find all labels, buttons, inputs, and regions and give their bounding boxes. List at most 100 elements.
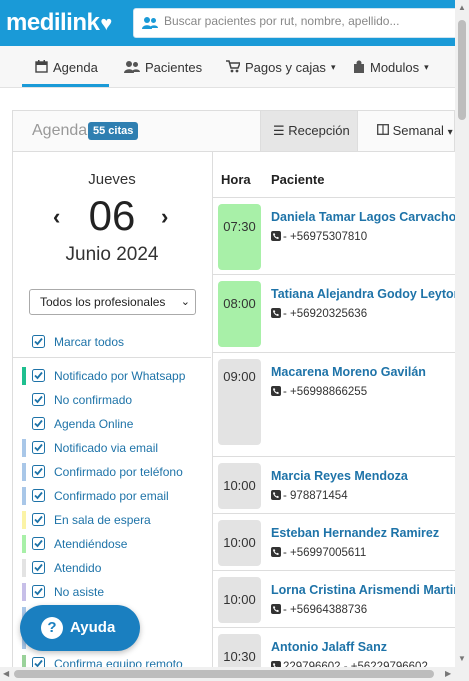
- status-filter-label: Confirmado por email: [54, 489, 169, 503]
- users-icon: [124, 61, 140, 73]
- vertical-scroll-thumb[interactable]: [458, 20, 466, 120]
- status-filter-item[interactable]: Atendido: [13, 559, 211, 579]
- patient-search[interactable]: [133, 8, 463, 38]
- mark-all-checkbox[interactable]: Marcar todos: [13, 333, 211, 353]
- professional-select[interactable]: Todos los profesionales ⌄: [29, 289, 196, 315]
- status-filter-label: Agenda Online: [54, 417, 134, 431]
- checkbox-checked-icon[interactable]: [32, 369, 45, 382]
- patient-phone: - +56964388736: [271, 604, 367, 616]
- top-bar: medilink♥: [0, 0, 469, 46]
- phone-icon: [271, 386, 281, 396]
- tab-pacientes[interactable]: Pacientes: [124, 46, 202, 87]
- status-filter-item[interactable]: Notificado por Whatsapp: [13, 367, 211, 387]
- question-icon: ?: [41, 617, 63, 639]
- logo-text: medilink: [6, 9, 100, 36]
- phone-icon: [271, 490, 281, 500]
- checkbox-checked-icon[interactable]: [32, 393, 45, 406]
- appointment-row[interactable]: 07:30 Daniela Tamar Lagos Carvacho - +5697…: [213, 197, 455, 274]
- status-color-bar: [22, 463, 26, 481]
- status-filter-item[interactable]: No confirmado: [13, 391, 211, 411]
- status-filter-item[interactable]: No asiste: [13, 583, 211, 603]
- date-filter-column: Jueves ‹ 06 › Junio 2024 Todos los profe…: [13, 152, 211, 667]
- appointment-row[interactable]: 09:00 Macarena Moreno Gavilán - +569988662…: [213, 352, 455, 456]
- checkbox-checked-icon[interactable]: [32, 441, 45, 454]
- month-year: Junio 2024: [65, 244, 159, 265]
- tab-pagos-y-cajas[interactable]: Pagos y cajas ▾: [226, 46, 335, 87]
- medilink-logo[interactable]: medilink♥: [6, 9, 112, 37]
- checkbox-checked-icon[interactable]: [32, 537, 45, 550]
- appointment-time: 07:30: [218, 204, 261, 270]
- status-filter-label: Confirmado por teléfono: [54, 465, 183, 479]
- appointment-time: 08:00: [218, 281, 261, 347]
- status-filter-label: No asiste: [54, 585, 105, 599]
- appointment-row[interactable]: 10:00 Marcia Reyes Mendoza - 978871454: [213, 456, 455, 513]
- divider: [13, 357, 211, 358]
- horizontal-scrollbar[interactable]: ◀ ▶: [0, 667, 469, 681]
- patient-phone: - +56998866255: [271, 386, 367, 398]
- status-filter-item[interactable]: Notificado via email: [13, 439, 211, 459]
- reception-view-label: Recepción: [288, 123, 350, 138]
- calendar-icon: [35, 60, 48, 73]
- cart-icon: [226, 60, 240, 73]
- scroll-up-icon[interactable]: ▲: [458, 3, 466, 12]
- horizontal-scroll-thumb[interactable]: [14, 670, 434, 678]
- agenda-title: Agenda: [32, 122, 88, 139]
- checkbox-checked-icon: [32, 335, 45, 348]
- scroll-down-icon[interactable]: ▼: [458, 654, 466, 663]
- status-filter-item[interactable]: Confirma equipo remoto: [13, 655, 211, 667]
- patient-name-link[interactable]: Antonio Jalaff Sanz: [271, 640, 387, 654]
- appointment-row[interactable]: 10:30 Antonio Jalaff Sanz 229796602 - +562…: [213, 627, 455, 667]
- tab-pacientes-label: Pacientes: [145, 60, 203, 75]
- appointment-row[interactable]: 10:00 Lorna Cristina Arismendi Martinez - …: [213, 570, 455, 627]
- checkbox-checked-icon[interactable]: [32, 465, 45, 478]
- checkbox-checked-icon[interactable]: [32, 489, 45, 502]
- patient-name-link[interactable]: Tatiana Alejandra Godoy Leyton: [271, 287, 455, 301]
- appointment-time: 10:30: [218, 634, 261, 667]
- help-label: Ayuda: [70, 619, 116, 636]
- patient-phone: - 978871454: [271, 490, 348, 502]
- scroll-right-icon[interactable]: ▶: [445, 669, 451, 678]
- tab-agenda[interactable]: Agenda: [22, 46, 109, 87]
- patient-name-link[interactable]: Lorna Cristina Arismendi Martinez: [271, 583, 455, 597]
- search-input[interactable]: [164, 14, 454, 28]
- appointment-row[interactable]: 10:00 Esteban Hernandez Ramirez - +5699700…: [213, 513, 455, 570]
- checkbox-checked-icon[interactable]: [32, 513, 45, 526]
- help-button[interactable]: ? Ayuda: [20, 605, 140, 651]
- checkbox-checked-icon[interactable]: [32, 657, 45, 667]
- chevron-down-icon: ▾: [447, 127, 453, 138]
- status-filter-label: Confirma equipo remoto: [54, 657, 183, 667]
- users-icon: [142, 17, 158, 29]
- appointment-time: 10:00: [218, 463, 261, 509]
- patient-phone: - +56920325636: [271, 308, 367, 320]
- status-color-bar: [22, 535, 26, 553]
- patient-column-header: Paciente: [271, 172, 325, 187]
- chevron-down-icon: ▾: [330, 62, 336, 72]
- patient-name-link[interactable]: Marcia Reyes Mendoza: [271, 469, 408, 483]
- weekly-view-button[interactable]: Semanal ▾: [365, 111, 456, 152]
- tab-modulos[interactable]: Modulos ▾: [353, 46, 429, 87]
- checkbox-checked-icon[interactable]: [32, 417, 45, 430]
- tab-pagos-label: Pagos y cajas: [245, 60, 326, 75]
- next-day-button[interactable]: ›: [161, 204, 168, 230]
- status-filter-item[interactable]: Confirmado por email: [13, 487, 211, 507]
- agenda-panel-body: Jueves ‹ 06 › Junio 2024 Todos los profe…: [12, 151, 455, 667]
- status-filter-item[interactable]: Agenda Online: [13, 415, 211, 435]
- professional-select-value: Todos los profesionales: [40, 295, 166, 309]
- patient-name-link[interactable]: Macarena Moreno Gavilán: [271, 365, 426, 379]
- status-filter-item[interactable]: Confirmado por teléfono: [13, 463, 211, 483]
- status-filter-item[interactable]: En sala de espera: [13, 511, 211, 531]
- checkbox-checked-icon[interactable]: [32, 585, 45, 598]
- scroll-left-icon[interactable]: ◀: [3, 669, 9, 678]
- patient-phone-number: - +56998866255: [283, 386, 368, 398]
- appointment-row[interactable]: 08:00 Tatiana Alejandra Godoy Leyton - +56…: [213, 274, 455, 352]
- reception-view-button[interactable]: ☰ Recepción: [260, 111, 358, 152]
- checkbox-checked-icon[interactable]: [32, 561, 45, 574]
- vertical-scrollbar[interactable]: ▲ ▼: [455, 0, 469, 667]
- day-number: 06: [88, 192, 136, 239]
- status-filter-item[interactable]: Atendiéndose: [13, 535, 211, 555]
- main-nav: Agenda Pacientes Pagos y cajas ▾ Modulos…: [0, 46, 455, 88]
- patient-name-link[interactable]: Esteban Hernandez Ramirez: [271, 526, 439, 540]
- appointments-column: Hora Paciente 07:30 Daniela Tamar Lagos C…: [212, 152, 455, 667]
- mark-all-label: Marcar todos: [54, 335, 125, 349]
- patient-name-link[interactable]: Daniela Tamar Lagos Carvacho: [271, 210, 455, 224]
